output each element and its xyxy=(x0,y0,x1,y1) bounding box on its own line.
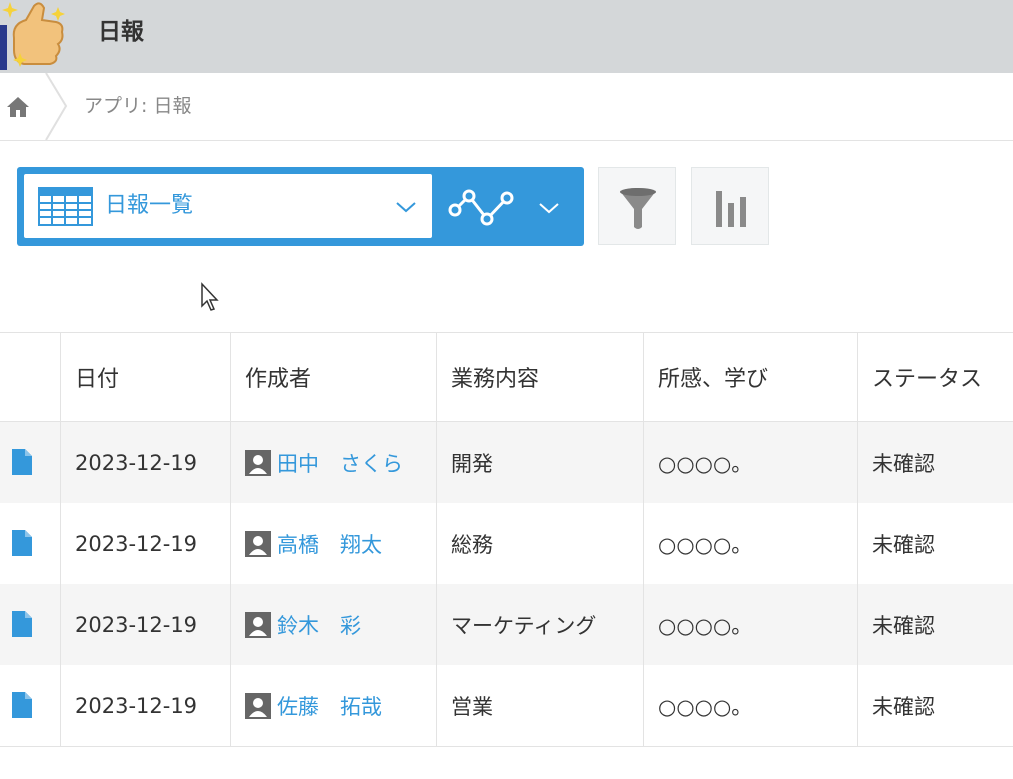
chevron-down-icon xyxy=(394,199,418,215)
cell-date: 2023-12-19 xyxy=(61,665,231,746)
document-icon[interactable] xyxy=(12,692,32,718)
document-icon[interactable] xyxy=(12,611,32,637)
table-row: 2023-12-19 佐藤 拓哉 営業 ○○○○。 未確認 xyxy=(0,665,1013,746)
app-title: 日報 xyxy=(98,19,144,45)
user-icon xyxy=(245,611,271,638)
cell-author: 田中 さくら xyxy=(231,422,437,503)
table-header-row: 日付 作成者 業務内容 所感、学び ステータス xyxy=(0,333,1013,422)
table-row: 2023-12-19 鈴木 彩 マーケティング ○○○○。 未確認 xyxy=(0,584,1013,665)
cell-date: 2023-12-19 xyxy=(61,584,231,665)
cell-notes: ○○○○。 xyxy=(644,422,858,503)
cell-author: 高橋 翔太 xyxy=(231,503,437,584)
app-icon[interactable] xyxy=(0,0,70,73)
cell-work: 営業 xyxy=(437,665,644,746)
column-header-notes[interactable]: 所感、学び xyxy=(644,333,858,421)
author-link[interactable]: 佐藤 拓哉 xyxy=(277,691,382,721)
table-icon xyxy=(38,187,93,226)
document-icon[interactable] xyxy=(12,530,32,556)
cell-date: 2023-12-19 xyxy=(61,422,231,503)
view-selector[interactable]: 日報一覧 xyxy=(24,174,432,238)
filter-button[interactable] xyxy=(598,167,676,245)
app-header: 日報 xyxy=(0,0,1013,73)
breadcrumb: アプリ: 日報 xyxy=(0,72,1013,141)
breadcrumb-current[interactable]: アプリ: 日報 xyxy=(84,91,191,121)
author-link[interactable]: 田中 さくら xyxy=(277,448,403,478)
author-link[interactable]: 高橋 翔太 xyxy=(277,529,382,559)
column-header-work[interactable]: 業務内容 xyxy=(437,333,644,421)
view-toolbar: 日報一覧 xyxy=(17,167,584,246)
cell-status: 未確認 xyxy=(872,694,935,719)
user-icon xyxy=(245,692,271,719)
cell-work: 総務 xyxy=(437,503,644,584)
cell-author: 鈴木 彩 xyxy=(231,584,437,665)
cell-status: 未確認 xyxy=(872,451,935,476)
chart-button[interactable] xyxy=(691,167,769,245)
mouse-cursor-icon xyxy=(200,282,222,312)
bar-chart-icon xyxy=(716,191,746,227)
cell-notes: ○○○○。 xyxy=(644,503,858,584)
records-table: 日付 作成者 業務内容 所感、学び ステータス 2023-12-19 田中 さく… xyxy=(0,332,1013,747)
cell-author: 佐藤 拓哉 xyxy=(231,665,437,746)
column-header-date[interactable]: 日付 xyxy=(61,333,231,421)
view-selector-label: 日報一覧 xyxy=(105,193,194,218)
user-icon xyxy=(245,530,271,557)
home-icon[interactable] xyxy=(6,95,30,119)
cell-status: 未確認 xyxy=(872,613,935,638)
cell-date: 2023-12-19 xyxy=(61,503,231,584)
breadcrumb-separator xyxy=(44,72,68,141)
column-header-author[interactable]: 作成者 xyxy=(231,333,437,421)
cell-notes: ○○○○。 xyxy=(644,665,858,746)
cell-work: 開発 xyxy=(437,422,644,503)
cell-notes: ○○○○。 xyxy=(644,584,858,665)
graph-menu-chevron-icon[interactable] xyxy=(537,200,561,216)
graph-icon[interactable] xyxy=(445,181,517,231)
filter-icon xyxy=(620,188,656,229)
cell-work: マーケティング xyxy=(437,584,644,665)
document-icon[interactable] xyxy=(12,449,32,475)
table-row: 2023-12-19 高橋 翔太 総務 ○○○○。 未確認 xyxy=(0,503,1013,584)
user-icon xyxy=(245,449,271,476)
header-cell-icon xyxy=(0,333,61,421)
table-row: 2023-12-19 田中 さくら 開発 ○○○○。 未確認 xyxy=(0,422,1013,503)
author-link[interactable]: 鈴木 彩 xyxy=(277,610,361,640)
cell-status: 未確認 xyxy=(872,532,935,557)
column-header-status[interactable]: ステータス xyxy=(858,333,1013,421)
